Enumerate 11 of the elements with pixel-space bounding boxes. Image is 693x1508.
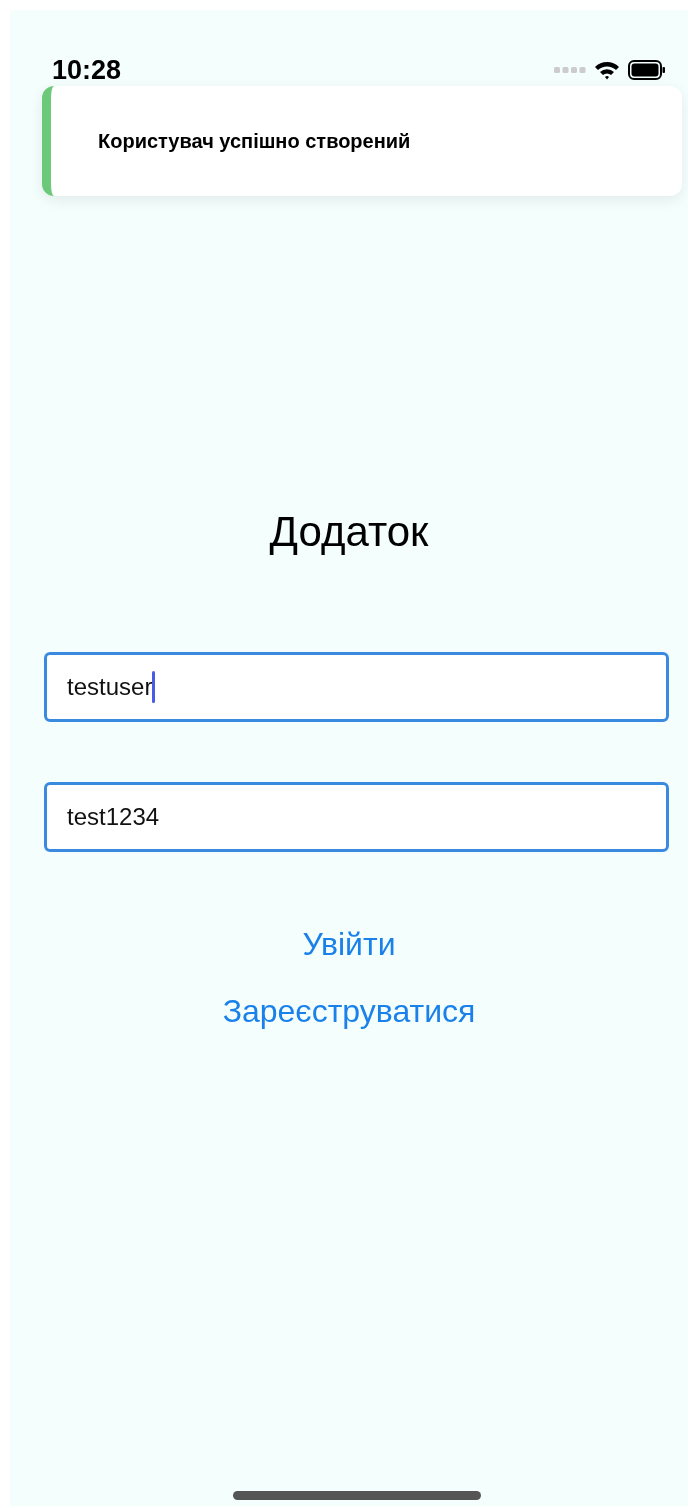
register-button[interactable]: Зареєструватися <box>214 989 484 1034</box>
toast-message: Користувач успішно створений <box>98 129 411 153</box>
input-field[interactable]: test1234 <box>44 782 669 852</box>
input-field[interactable]: testuser <box>44 652 669 722</box>
signal-icon <box>554 66 586 74</box>
home-indicator[interactable] <box>233 1491 481 1500</box>
wifi-icon <box>594 60 620 80</box>
app-title: Додаток <box>269 508 429 556</box>
status-time: 10:28 <box>52 54 122 86</box>
battery-icon <box>628 60 666 80</box>
login-button[interactable]: Увійти <box>294 922 404 967</box>
